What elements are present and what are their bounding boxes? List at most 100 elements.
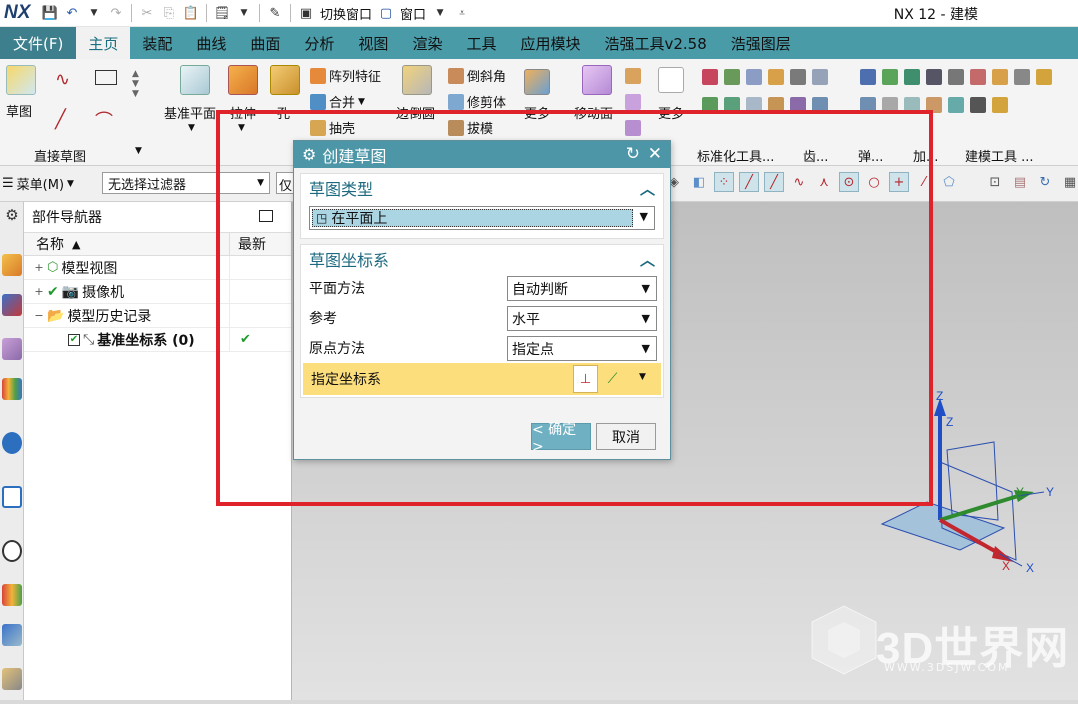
- csys-dropdown-icon[interactable]: ▼: [639, 372, 646, 382]
- system-materials-icon[interactable]: [2, 584, 22, 606]
- extrude-icon[interactable]: [228, 65, 258, 95]
- chamfer-button[interactable]: 倒斜角: [448, 66, 506, 85]
- view-icon[interactable]: ▦: [1060, 172, 1078, 192]
- gear-group-label[interactable]: 齿...: [803, 146, 828, 165]
- sketch-type-header[interactable]: 草图类型 ︿: [301, 174, 663, 202]
- tab-tools[interactable]: 工具: [454, 27, 508, 59]
- dialog-titlebar[interactable]: ⚙ 创建草图 ↻ ✕: [294, 141, 670, 168]
- copy-icon[interactable]: ⎘: [159, 3, 179, 23]
- snap-existing-point-icon[interactable]: +: [889, 172, 909, 192]
- std-tool-icons[interactable]: [702, 69, 828, 85]
- extrude-button[interactable]: 拉伸: [230, 103, 256, 122]
- view-icon[interactable]: ▤: [1010, 172, 1030, 192]
- rectangle-icon[interactable]: [95, 70, 117, 85]
- specify-csys-row[interactable]: 指定坐标系 ⊥ ⟋ ▼: [303, 363, 661, 395]
- window-menu[interactable]: 窗口: [398, 4, 428, 23]
- expand-icon[interactable]: +: [34, 261, 44, 274]
- datum-plane-icon[interactable]: [180, 65, 210, 95]
- cut-icon[interactable]: ✂: [137, 3, 157, 23]
- csys-dialog-button[interactable]: ⊥: [573, 365, 598, 393]
- tab-haoqiang-layer[interactable]: 浩强图层: [719, 27, 803, 59]
- move-face-icon[interactable]: [582, 65, 612, 95]
- datum-plane-button[interactable]: 基准平面: [164, 103, 216, 122]
- undo-icon[interactable]: ↶: [62, 3, 82, 23]
- profile-icon[interactable]: ∿: [55, 69, 70, 90]
- tab-haoqiang-tools[interactable]: 浩强工具v2.58: [592, 27, 718, 59]
- window-icon[interactable]: ▢: [376, 3, 396, 23]
- tab-curve[interactable]: 曲线: [184, 27, 238, 59]
- switch-window-button[interactable]: 切换窗口: [318, 4, 374, 23]
- tree-row-cameras[interactable]: + ✔ 📷 摄像机: [24, 280, 291, 304]
- unite-button[interactable]: 合并 ▼: [310, 92, 365, 111]
- sketch-icon[interactable]: [6, 65, 36, 95]
- redo-icon[interactable]: ↷: [106, 3, 126, 23]
- tree-row-model-history[interactable]: − 📂 模型历史记录: [24, 304, 291, 328]
- gear-icon[interactable]: ⚙: [2, 206, 22, 228]
- cancel-button[interactable]: 取消: [596, 423, 656, 450]
- modeling-tool-icons[interactable]: [860, 69, 1052, 85]
- edge-blend-icon[interactable]: [402, 65, 432, 95]
- sync-tool-icon[interactable]: [625, 68, 641, 84]
- group-dropdown-icon[interactable]: ▼: [135, 146, 142, 156]
- snap-icon[interactable]: ◧: [689, 172, 709, 192]
- undo-dropdown-icon[interactable]: ▼: [84, 3, 104, 23]
- tab-view[interactable]: 视图: [346, 27, 400, 59]
- std-tool-icons-row2[interactable]: [702, 97, 828, 113]
- repeat-command-icon[interactable]: ✎: [265, 3, 285, 23]
- hole-button[interactable]: 孔: [277, 103, 290, 122]
- switch-window-icon[interactable]: ▣: [296, 3, 316, 23]
- rotate-icon[interactable]: ↻: [1035, 172, 1055, 192]
- pattern-feature-button[interactable]: 阵列特征: [310, 66, 381, 85]
- tree-row-datum-csys[interactable]: ✔ ⤡ 基准坐标系 (0) ✔: [24, 328, 291, 352]
- more-sync-icon[interactable]: [658, 67, 684, 93]
- touch-mode-icon[interactable]: 🗒: [212, 3, 232, 23]
- snap-intersection-icon[interactable]: ⋏: [814, 172, 834, 192]
- inferred-csys-button[interactable]: ⟋: [600, 365, 625, 393]
- add-group-label[interactable]: 加...: [913, 146, 938, 165]
- sketch-button[interactable]: 草图: [6, 101, 32, 120]
- ok-button[interactable]: < 确定 >: [531, 422, 591, 455]
- origin-method-select[interactable]: 指定点 ▼: [507, 336, 657, 361]
- trim-body-button[interactable]: 修剪体: [448, 92, 506, 111]
- save-icon[interactable]: 💾: [40, 3, 60, 23]
- tab-application[interactable]: 应用模块: [508, 27, 592, 59]
- menu-button[interactable]: ☰ 菜单(M) ▼: [2, 174, 74, 193]
- snap-curve-icon[interactable]: ∿: [789, 172, 809, 192]
- tree-row-model-views[interactable]: + ⬡ 模型视图: [24, 256, 291, 280]
- snap-quadrant-icon[interactable]: ○: [864, 172, 884, 192]
- process-studio-icon[interactable]: [2, 624, 22, 646]
- line-icon[interactable]: ╱: [55, 109, 66, 130]
- dropdown-icon[interactable]: ▼: [238, 123, 245, 133]
- hole-icon[interactable]: [270, 65, 300, 95]
- spring-group-label[interactable]: 弹...: [858, 146, 883, 165]
- roles-icon[interactable]: [2, 668, 22, 690]
- collapse-section-icon[interactable]: ︿: [640, 178, 655, 199]
- collapse-section-icon[interactable]: ︿: [640, 249, 655, 270]
- standard-tools-group-label[interactable]: 标准化工具...: [697, 146, 774, 165]
- customize-icon[interactable]: ⩡: [452, 3, 472, 23]
- dropdown-icon[interactable]: ▼: [188, 123, 195, 133]
- reset-icon[interactable]: ↻: [626, 144, 640, 164]
- checkbox-icon[interactable]: ✔: [68, 333, 80, 346]
- sketch-csys-header[interactable]: 草图坐标系 ︿: [301, 245, 663, 273]
- tab-assembly[interactable]: 装配: [130, 27, 184, 59]
- tab-file[interactable]: 文件(F): [0, 27, 77, 59]
- reference-select[interactable]: 水平 ▼: [507, 306, 657, 331]
- type-filter-select[interactable]: 无选择过滤器 ▼: [102, 172, 270, 194]
- snap-midpoint-icon[interactable]: ╱: [739, 172, 759, 192]
- snap-endpoint-icon[interactable]: ⁘: [714, 172, 734, 192]
- collapse-icon[interactable]: −: [34, 309, 44, 322]
- more-sync-button[interactable]: 更多: [658, 103, 684, 122]
- maximize-icon[interactable]: [259, 210, 273, 222]
- tab-analysis[interactable]: 分析: [292, 27, 346, 59]
- view-icon[interactable]: ⊡: [985, 172, 1005, 192]
- draft-button[interactable]: 拔模: [448, 118, 493, 137]
- sketch-type-select[interactable]: ◳ 在平面上 ▼: [309, 206, 655, 230]
- tab-render[interactable]: 渲染: [400, 27, 454, 59]
- paste-icon[interactable]: 📋: [181, 3, 201, 23]
- arc-icon[interactable]: ⌒: [95, 107, 113, 133]
- reuse-library-icon[interactable]: [2, 378, 22, 400]
- dropdown-icon[interactable]: ▼: [234, 3, 254, 23]
- close-icon[interactable]: ✕: [648, 144, 662, 164]
- direct-sketch-group-label[interactable]: 直接草图: [34, 146, 86, 165]
